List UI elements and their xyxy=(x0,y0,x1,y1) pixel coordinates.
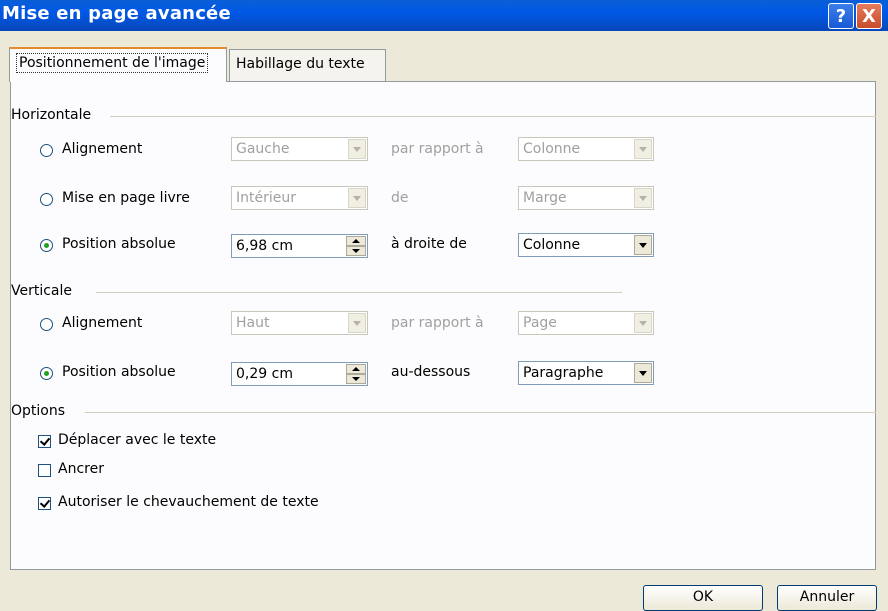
tab-label: Positionnement de l'image xyxy=(16,53,209,73)
select-v-absolue-ref[interactable]: Paragraphe xyxy=(518,361,654,385)
select-value: Haut xyxy=(236,315,270,331)
divider xyxy=(85,412,876,413)
divider xyxy=(110,116,876,117)
select-h-livre-ref[interactable]: Marge xyxy=(518,186,654,210)
label-chevauchement: Autoriser le chevauchement de texte xyxy=(58,494,319,510)
label-v-absolue: Position absolue xyxy=(62,364,176,380)
chevron-down-icon xyxy=(634,235,652,255)
select-h-livre[interactable]: Intérieur xyxy=(231,186,368,210)
spinner-h-absolue[interactable]: 6,98 cm xyxy=(231,234,368,258)
radio-h-absolue[interactable] xyxy=(40,239,53,252)
label-h-livre: Mise en page livre xyxy=(62,190,190,206)
chevron-down-icon xyxy=(634,363,652,383)
tab-positionnement[interactable]: Positionnement de l'image xyxy=(9,47,227,82)
section-options: Options xyxy=(11,403,66,419)
radio-v-alignement[interactable] xyxy=(40,318,53,331)
spin-down-icon[interactable] xyxy=(346,246,366,256)
spin-up-icon[interactable] xyxy=(346,236,366,246)
section-vertical: Verticale xyxy=(11,283,73,299)
divider xyxy=(96,292,622,293)
select-v-alignement[interactable]: Haut xyxy=(231,311,368,335)
chevron-down-icon xyxy=(348,139,366,159)
tab-habillage[interactable]: Habillage du texte xyxy=(229,49,386,82)
chevron-down-icon xyxy=(348,188,366,208)
checkbox-ancrer[interactable] xyxy=(38,464,51,477)
spin-up-icon[interactable] xyxy=(346,364,366,374)
tab-label: Habillage du texte xyxy=(236,56,365,72)
label-relation: par rapport à xyxy=(391,141,484,157)
spin-down-icon[interactable] xyxy=(346,374,366,384)
title-bar: Mise en page avancée ? X xyxy=(0,0,888,31)
select-value: Marge xyxy=(523,190,567,206)
chevron-down-icon xyxy=(634,139,652,159)
label-relation: à droite de xyxy=(391,236,467,252)
select-value: Intérieur xyxy=(236,190,296,206)
select-value: Colonne xyxy=(523,141,581,157)
select-value: Colonne xyxy=(523,237,581,253)
radio-h-alignement[interactable] xyxy=(40,144,53,157)
label-v-alignement: Alignement xyxy=(62,315,143,331)
select-value: Paragraphe xyxy=(523,365,604,381)
spinner-v-absolue[interactable]: 0,29 cm xyxy=(231,362,368,386)
label-relation: de xyxy=(391,190,409,206)
select-h-alignement-ref[interactable]: Colonne xyxy=(518,137,654,161)
label-h-absolue: Position absolue xyxy=(62,236,176,252)
checkbox-chevauchement[interactable] xyxy=(38,497,51,510)
help-button[interactable]: ? xyxy=(828,3,854,29)
label-relation: par rapport à xyxy=(391,315,484,331)
select-h-alignement[interactable]: Gauche xyxy=(231,137,368,161)
ok-button[interactable]: OK xyxy=(643,585,763,611)
select-value: Page xyxy=(523,315,557,331)
chevron-down-icon xyxy=(634,313,652,333)
spinner-value: 0,29 cm xyxy=(236,366,293,382)
select-v-alignement-ref[interactable]: Page xyxy=(518,311,654,335)
label-deplacer: Déplacer avec le texte xyxy=(58,432,217,448)
label-h-alignement: Alignement xyxy=(62,141,143,157)
chevron-down-icon xyxy=(634,188,652,208)
spinner-value: 6,98 cm xyxy=(236,238,293,254)
radio-v-absolue[interactable] xyxy=(40,367,53,380)
checkbox-deplacer[interactable] xyxy=(38,435,51,448)
select-value: Gauche xyxy=(236,141,290,157)
close-button[interactable]: X xyxy=(856,3,882,29)
chevron-down-icon xyxy=(348,313,366,333)
select-h-absolue-ref[interactable]: Colonne xyxy=(518,233,654,257)
radio-h-livre[interactable] xyxy=(40,193,53,206)
label-ancrer: Ancrer xyxy=(58,461,104,477)
window-title: Mise en page avancée xyxy=(2,3,231,24)
cancel-button[interactable]: Annuler xyxy=(777,585,877,611)
label-relation: au-dessous xyxy=(391,364,471,380)
section-horizontal: Horizontale xyxy=(11,107,92,123)
